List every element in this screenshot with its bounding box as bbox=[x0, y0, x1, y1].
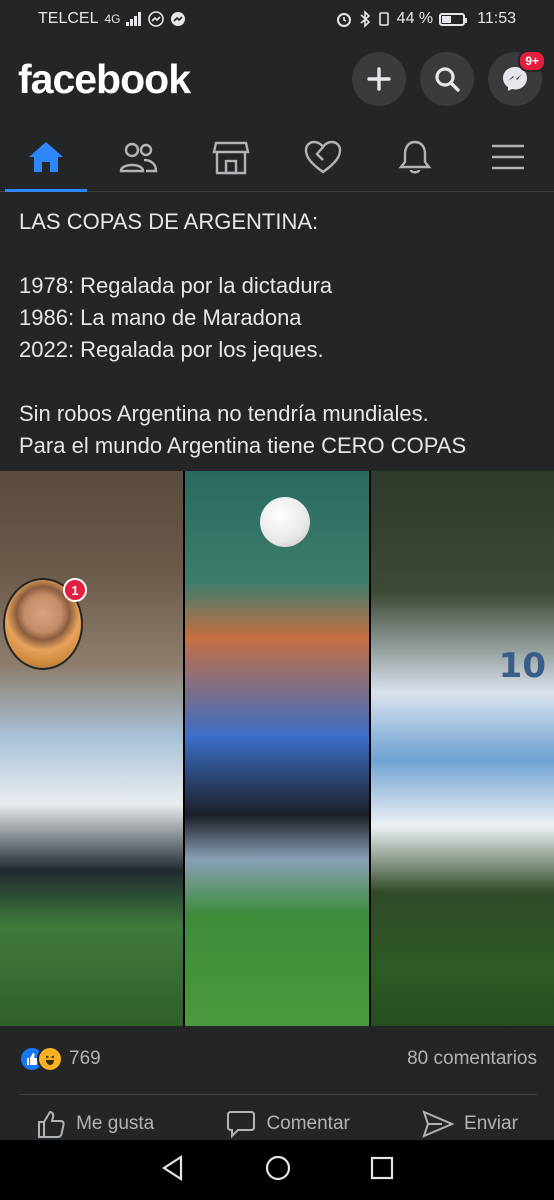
reaction-count: 769 bbox=[69, 1048, 101, 1069]
marketplace-icon bbox=[212, 141, 250, 174]
tab-notifications[interactable] bbox=[369, 122, 461, 191]
battery-icon bbox=[439, 12, 468, 26]
post-text: LAS COPAS DE ARGENTINA: 1978: Regalada p… bbox=[19, 206, 539, 462]
back-icon bbox=[161, 1154, 182, 1181]
comment-label: Comentar bbox=[266, 1113, 350, 1134]
messenger-button[interactable]: 9+ bbox=[488, 50, 546, 106]
reaction-summary[interactable]: 769 bbox=[19, 1046, 101, 1072]
comment-button[interactable]: Comentar bbox=[226, 1109, 350, 1139]
reactions-bar: 769 80 comentarios bbox=[19, 1042, 537, 1076]
post-actions: Me gusta Comentar Enviar bbox=[0, 1104, 554, 1144]
thumbs-up-icon bbox=[38, 1110, 65, 1138]
messenger-notification-icon bbox=[148, 11, 165, 27]
alarm-icon bbox=[336, 13, 351, 27]
like-button[interactable]: Me gusta bbox=[36, 1109, 154, 1139]
app-header: facebook 9+ bbox=[0, 42, 554, 116]
plus-icon bbox=[367, 67, 391, 91]
signal-icon bbox=[126, 12, 142, 26]
vibrate-icon bbox=[378, 12, 389, 26]
friends-icon bbox=[120, 142, 158, 172]
battery-percent: 44 % bbox=[396, 10, 434, 27]
comments-count[interactable]: 80 comentarios bbox=[407, 1048, 537, 1070]
search-button[interactable] bbox=[420, 52, 474, 106]
post-photo-2022[interactable]: 10 bbox=[370, 471, 554, 1026]
post-line: 1978: Regalada por la dictadura bbox=[19, 273, 333, 298]
tab-home[interactable] bbox=[0, 122, 92, 192]
hamburger-menu-icon bbox=[491, 144, 524, 169]
network-type: 4G bbox=[104, 12, 121, 26]
post-images[interactable]: 10 bbox=[0, 471, 554, 1026]
haha-reaction-icon bbox=[37, 1046, 63, 1072]
square-recents-icon bbox=[371, 1156, 394, 1179]
divider bbox=[19, 1094, 537, 1095]
send-icon bbox=[422, 1110, 455, 1138]
send-button[interactable]: Enviar bbox=[422, 1109, 518, 1139]
comment-icon bbox=[227, 1111, 256, 1139]
tab-friends[interactable] bbox=[92, 122, 184, 191]
carrier-name: TELCEL bbox=[38, 10, 99, 27]
post-line: LAS COPAS DE ARGENTINA: bbox=[19, 209, 319, 234]
home-icon bbox=[29, 141, 64, 172]
post-line: 1986: La mano de Maradona bbox=[19, 305, 302, 330]
search-icon bbox=[435, 67, 460, 92]
tab-marketplace[interactable] bbox=[185, 122, 277, 191]
tab-dating[interactable] bbox=[277, 122, 369, 191]
nav-tabs bbox=[0, 122, 554, 192]
post-line: Para el mundo Argentina tiene CERO COPAS bbox=[19, 433, 467, 458]
jersey-number: 10 bbox=[498, 646, 546, 686]
home-system-button[interactable] bbox=[264, 1154, 292, 1187]
create-button[interactable] bbox=[352, 52, 406, 106]
clock: 11:53 bbox=[477, 10, 516, 27]
facebook-logo[interactable]: facebook bbox=[18, 56, 191, 103]
messenger-notification-icon bbox=[171, 12, 186, 26]
post-photo-1978[interactable] bbox=[0, 471, 184, 1026]
system-nav-bar bbox=[0, 1140, 554, 1200]
chat-head[interactable]: 1 bbox=[3, 578, 87, 670]
football-image bbox=[260, 497, 311, 547]
back-button[interactable] bbox=[159, 1154, 187, 1187]
post-photo-1986[interactable] bbox=[185, 471, 369, 1026]
tab-menu[interactable] bbox=[462, 122, 554, 191]
bell-icon bbox=[398, 140, 432, 173]
heart-icon bbox=[304, 140, 342, 173]
circle-home-icon bbox=[265, 1155, 291, 1180]
send-label: Enviar bbox=[464, 1113, 518, 1134]
like-label: Me gusta bbox=[76, 1113, 155, 1134]
recents-button[interactable] bbox=[369, 1155, 395, 1186]
post-line: Sin robos Argentina no tendría mundiales… bbox=[19, 401, 429, 426]
bluetooth-icon bbox=[360, 10, 370, 28]
post-line: 2022: Regalada por los jeques. bbox=[19, 337, 324, 362]
chat-head-badge: 1 bbox=[63, 578, 87, 602]
status-bar: TELCEL 4G 44 % 11:53 bbox=[0, 0, 554, 38]
messenger-badge: 9+ bbox=[518, 50, 546, 72]
